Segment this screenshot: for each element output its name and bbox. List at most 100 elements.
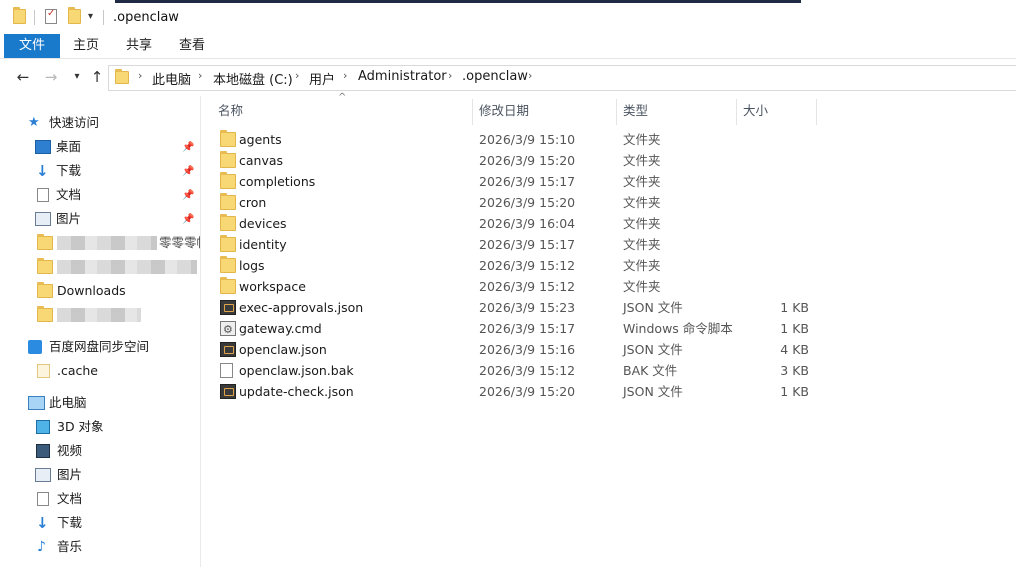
table-row[interactable]: completions 2026/3/9 15:17 文件夹 xyxy=(215,171,815,192)
table-row[interactable]: workspace 2026/3/9 15:12 文件夹 xyxy=(215,276,815,297)
file-type: 文件夹 xyxy=(623,174,661,189)
column-divider[interactable] xyxy=(472,99,473,125)
sidebar-item-redacted[interactable] xyxy=(35,304,200,326)
column-divider[interactable] xyxy=(616,99,617,125)
tab-view[interactable]: 查看 xyxy=(168,34,216,58)
table-row[interactable]: update-check.json 2026/3/9 15:20 JSON 文件 1 … xyxy=(215,381,815,402)
folder-icon xyxy=(220,214,236,231)
breadcrumb-this-pc[interactable]: 此电脑 xyxy=(152,69,191,88)
column-header-type[interactable]: 类型 xyxy=(623,99,648,123)
file-type: JSON 文件 xyxy=(623,342,683,357)
sidebar-item-label: 文档 xyxy=(56,187,82,202)
cube-icon xyxy=(36,420,50,434)
file-type: BAK 文件 xyxy=(623,363,678,378)
sidebar-item-redacted[interactable]: 零零零帆 xyxy=(35,232,200,254)
table-row[interactable]: cron 2026/3/9 15:20 文件夹 xyxy=(215,192,815,213)
tab-file[interactable]: 文件 xyxy=(4,34,60,58)
tab-home[interactable]: 主页 xyxy=(62,34,110,58)
address-bar[interactable]: › 此电脑 › 本地磁盘 (C:) › 用户 › Administrator ›… xyxy=(108,65,1016,91)
document-icon xyxy=(37,492,49,506)
redacted-label xyxy=(57,260,197,274)
sidebar-item-label: 桌面 xyxy=(56,139,82,154)
sidebar-item-label: 图片 xyxy=(57,467,83,482)
new-folder-icon[interactable] xyxy=(68,7,81,24)
folder-icon xyxy=(37,258,53,274)
table-row[interactable]: gateway.cmd 2026/3/9 15:17 Windows 命令脚本 1 K… xyxy=(215,318,815,340)
star-icon: ★ xyxy=(28,115,40,130)
breadcrumb-chevron-icon[interactable]: › xyxy=(295,69,299,82)
pin-icon[interactable]: 📌 xyxy=(182,190,194,201)
folder-icon xyxy=(37,364,50,378)
column-header-name[interactable]: 名称 xyxy=(218,99,243,123)
table-row[interactable]: agents 2026/3/9 15:10 文件夹 xyxy=(215,129,815,150)
folder-icon xyxy=(220,193,236,210)
json-file-icon xyxy=(220,342,236,357)
file-modified-date: 2026/3/9 15:12 xyxy=(479,279,576,294)
file-modified-date: 2026/3/9 15:20 xyxy=(479,195,576,210)
pin-icon[interactable]: 📌 xyxy=(182,142,194,153)
breadcrumb-chevron-icon[interactable]: › xyxy=(198,69,202,82)
desktop-icon xyxy=(35,140,51,154)
cloud-sync-icon xyxy=(28,340,42,354)
file-modified-date: 2026/3/9 15:12 xyxy=(479,258,576,273)
file-modified-date: 2026/3/9 15:20 xyxy=(479,153,576,168)
file-modified-date: 2026/3/9 15:17 xyxy=(479,237,576,252)
table-row[interactable]: logs 2026/3/9 15:12 文件夹 xyxy=(215,255,815,276)
file-name: completions xyxy=(239,174,316,189)
file-name: identity xyxy=(239,237,287,252)
pin-icon[interactable]: 📌 xyxy=(182,166,194,177)
breadcrumb-chevron-icon[interactable]: › xyxy=(448,69,452,82)
column-header-size[interactable]: 大小 xyxy=(743,99,768,123)
breadcrumb-local-disk[interactable]: 本地磁盘 (C:) xyxy=(213,69,293,88)
window-top-accent xyxy=(115,0,801,3)
sidebar-item-label: 音乐 xyxy=(57,539,83,554)
forward-arrow-icon[interactable]: → xyxy=(42,68,60,86)
file-modified-date: 2026/3/9 15:16 xyxy=(479,342,576,357)
toolbar-divider xyxy=(103,10,104,25)
file-type: Windows 命令脚本 xyxy=(623,321,733,336)
recent-locations-chevron-icon[interactable]: ▾ xyxy=(68,68,86,86)
back-arrow-icon[interactable]: ← xyxy=(14,68,32,86)
sidebar-item-label: 下载 xyxy=(57,515,83,530)
tab-share[interactable]: 共享 xyxy=(114,34,164,58)
sidebar-item-label: 此电脑 xyxy=(49,395,87,410)
sidebar-item-label: 3D 对象 xyxy=(57,419,104,434)
file-modified-date: 2026/3/9 15:17 xyxy=(479,321,576,336)
file-size: 1 KB xyxy=(780,321,809,336)
table-row[interactable]: identity 2026/3/9 15:17 文件夹 xyxy=(215,234,815,255)
file-modified-date: 2026/3/9 15:23 xyxy=(479,300,576,315)
navigation-bar: ← → ▾ ↑ › 此电脑 › 本地磁盘 (C:) › 用户 › Adminis… xyxy=(0,60,1016,94)
file-size: 3 KB xyxy=(780,363,809,378)
customize-toolbar-chevron-icon[interactable]: ▾ xyxy=(88,11,93,22)
sidebar-item-redacted[interactable] xyxy=(35,256,200,278)
file-type: JSON 文件 xyxy=(623,384,683,399)
column-divider[interactable] xyxy=(816,99,817,125)
breadcrumb-chevron-icon[interactable]: › xyxy=(138,69,142,82)
table-row[interactable]: openclaw.json 2026/3/9 15:16 JSON 文件 4 KB xyxy=(215,339,815,360)
table-row[interactable]: exec-approvals.json 2026/3/9 15:23 JSON 文件… xyxy=(215,297,815,318)
file-name: devices xyxy=(239,216,287,231)
breadcrumb-users[interactable]: 用户 xyxy=(309,69,335,88)
breadcrumb-chevron-icon[interactable]: › xyxy=(343,69,347,82)
sidebar-item-label: 视频 xyxy=(57,443,83,458)
pin-icon[interactable]: 📌 xyxy=(182,214,194,225)
file-list-view: ^ 名称 修改日期 类型 大小 agents 2026/3/9 15:10 文件夹 c… xyxy=(201,92,1016,567)
file-type: 文件夹 xyxy=(623,279,661,294)
breadcrumb-chevron-icon[interactable]: › xyxy=(528,69,532,82)
up-arrow-icon[interactable]: ↑ xyxy=(88,68,106,86)
folder-icon xyxy=(220,172,236,189)
folder-icon xyxy=(37,234,53,250)
table-row[interactable]: openclaw.json.bak 2026/3/9 15:12 BAK 文件 3 K… xyxy=(215,360,815,381)
column-header-date[interactable]: 修改日期 xyxy=(479,99,529,123)
breadcrumb-administrator[interactable]: Administrator xyxy=(358,69,447,84)
file-type: 文件夹 xyxy=(623,195,661,210)
breadcrumb-openclaw[interactable]: .openclaw xyxy=(462,69,528,84)
sidebar-item-label: 文档 xyxy=(57,491,83,506)
file-name: openclaw.json xyxy=(239,342,327,357)
table-row[interactable]: devices 2026/3/9 16:04 文件夹 xyxy=(215,213,815,234)
properties-icon[interactable]: ✓ xyxy=(45,8,57,24)
column-divider[interactable] xyxy=(736,99,737,125)
file-size: 1 KB xyxy=(780,300,809,315)
table-row[interactable]: canvas 2026/3/9 15:20 文件夹 xyxy=(215,150,815,171)
folder-icon xyxy=(115,69,129,84)
